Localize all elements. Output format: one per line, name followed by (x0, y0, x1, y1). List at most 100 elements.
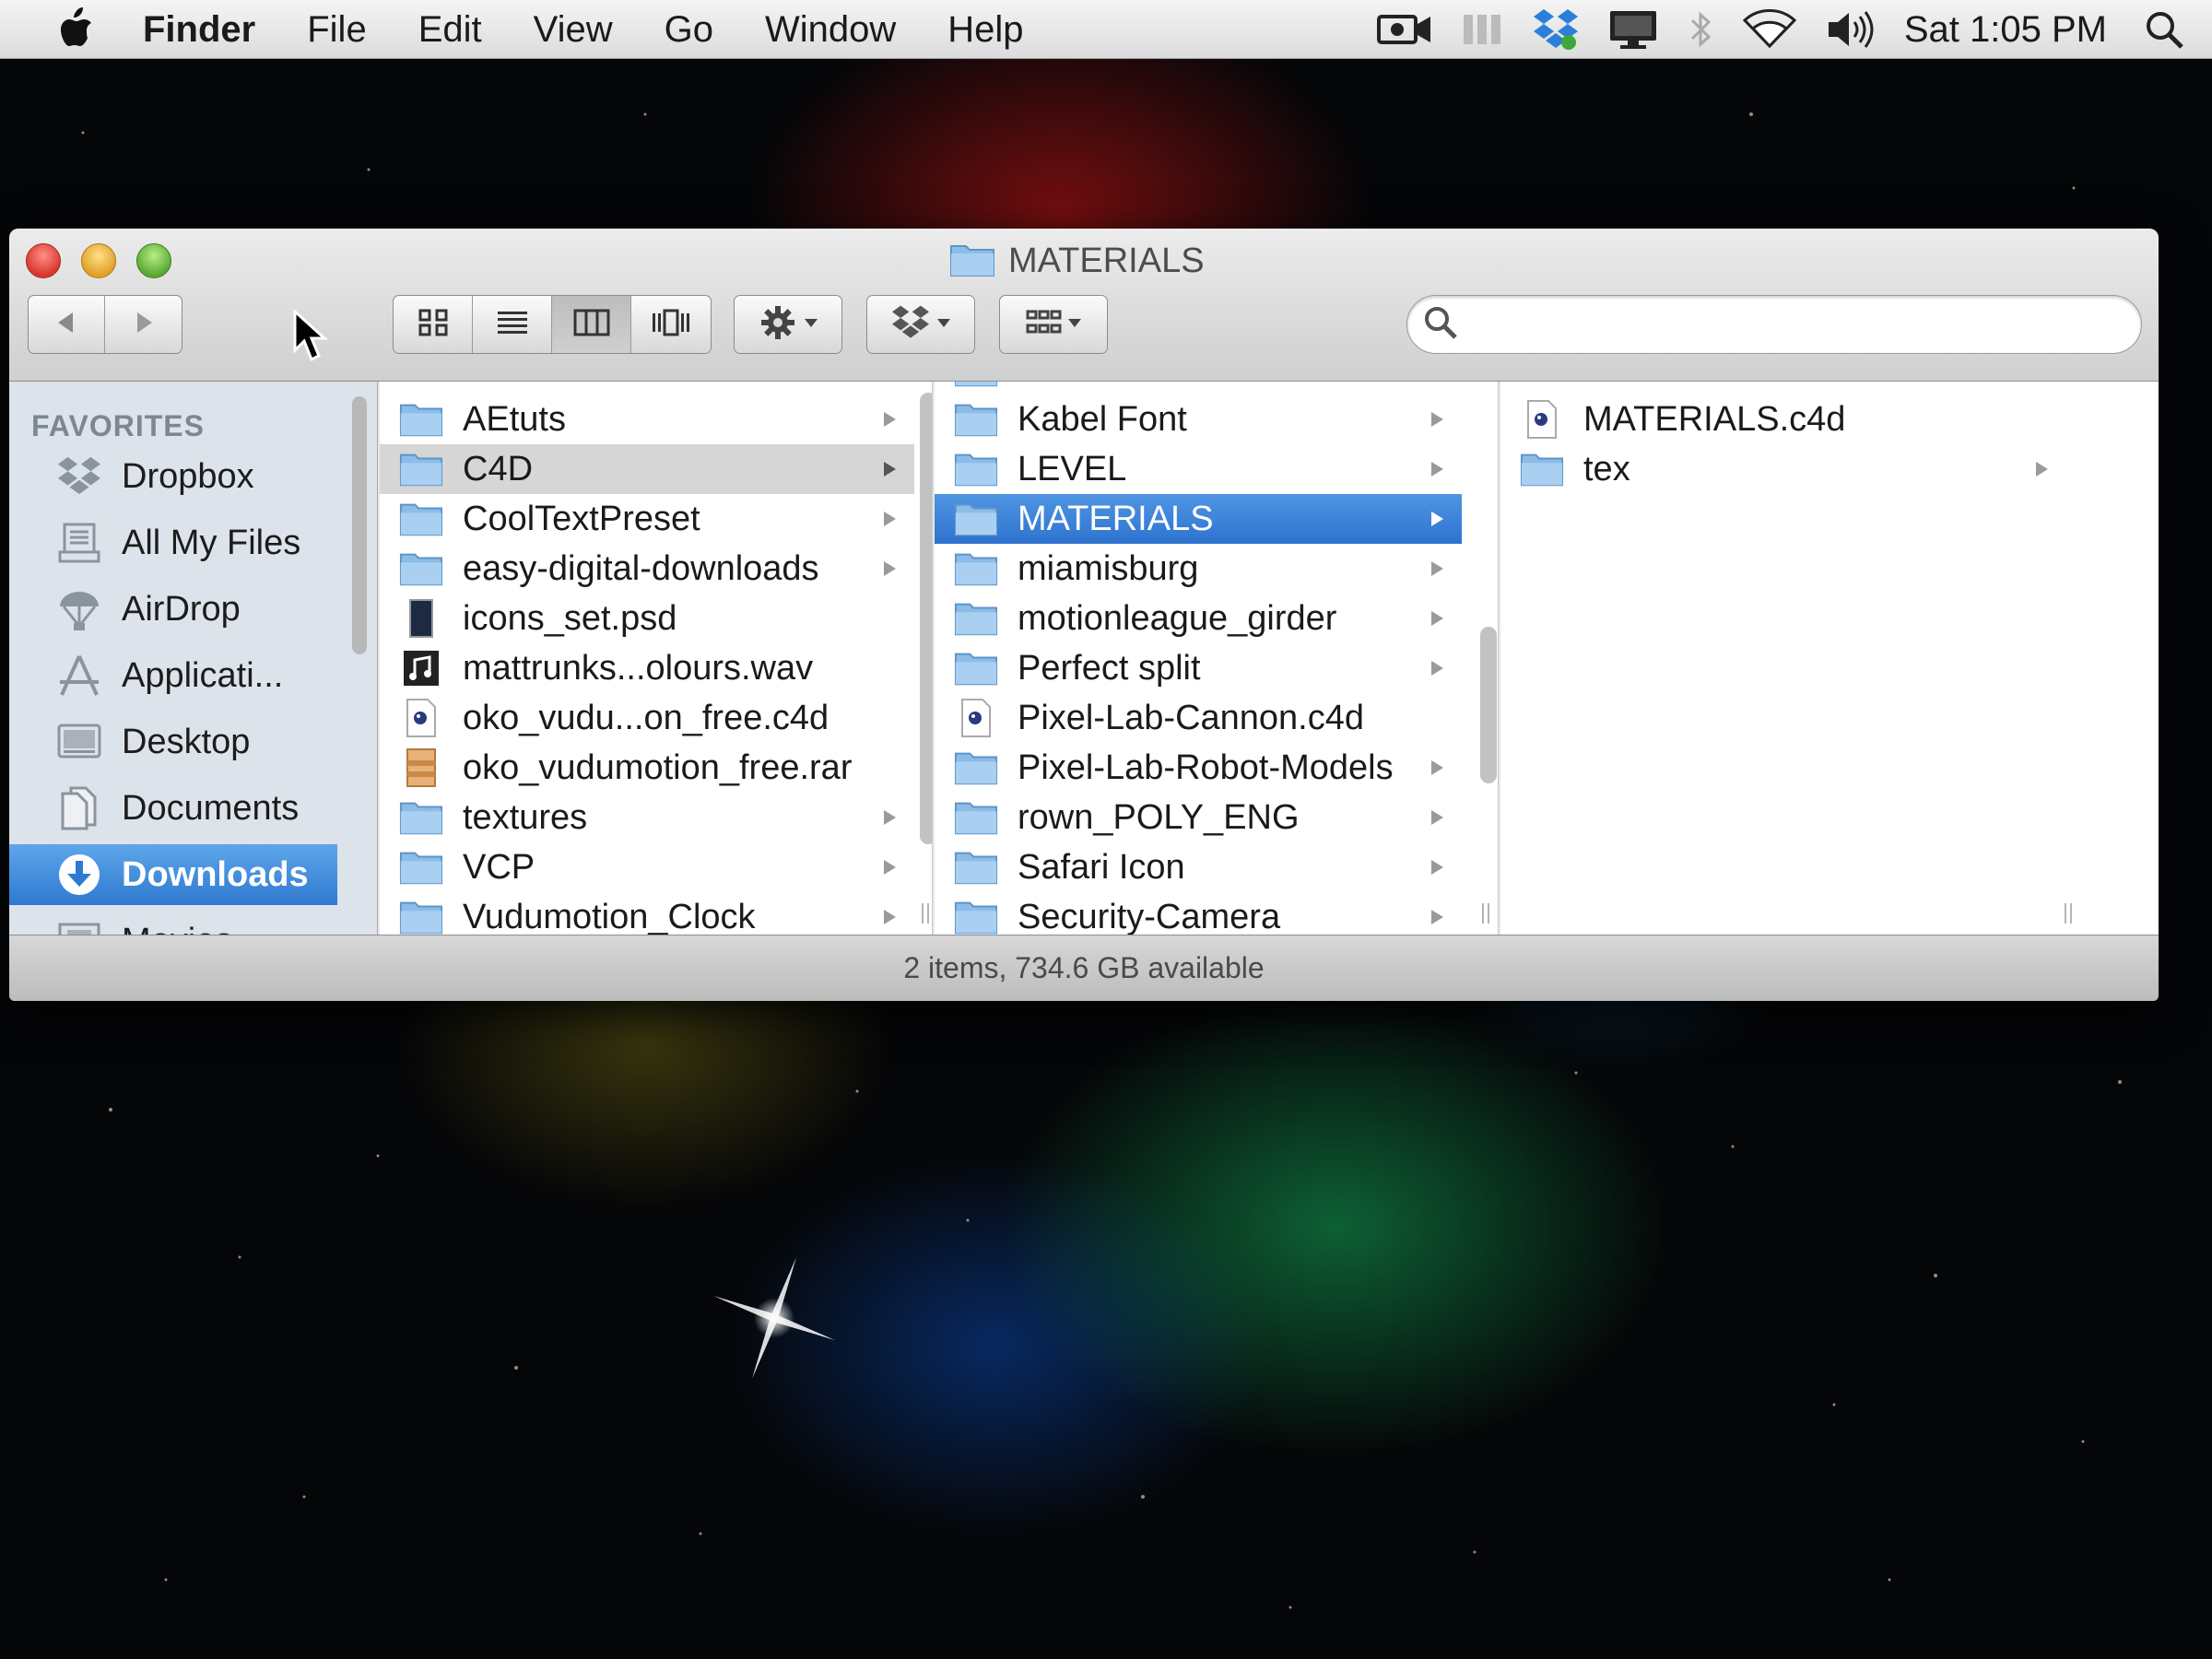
list-item-selected[interactable]: MATERIALS (935, 494, 1462, 544)
column-1-scrollbar[interactable] (920, 393, 932, 844)
file-name: Security-Camera (1018, 897, 1281, 935)
file-name: Safari Icon (1018, 847, 1185, 887)
folder-icon (953, 547, 999, 590)
sidebar-item-label: Dropbox (122, 456, 254, 496)
apple-menu-icon[interactable] (51, 6, 97, 53)
menu-window[interactable]: Window (765, 0, 896, 59)
forward-arrow-icon (130, 309, 158, 341)
folder-icon (953, 398, 999, 441)
file-name: tex (1583, 449, 1630, 488)
list-item[interactable]: oko_vudu...on_free.c4d (380, 693, 914, 743)
sidebar-item-movies[interactable]: Movies (9, 911, 337, 935)
menu-file[interactable]: File (307, 0, 366, 59)
menu-go[interactable]: Go (665, 0, 713, 59)
sidebar-item-downloads[interactable]: Downloads (9, 844, 337, 905)
zoom-button[interactable] (136, 243, 171, 278)
file-name: icons_set.psd (463, 598, 677, 638)
file-name: easy-digital-downloads (463, 548, 819, 588)
folder-icon (953, 597, 999, 640)
list-item[interactable]: mattrunks...olours.wav (380, 643, 914, 693)
list-item[interactable]: Safari Icon (935, 842, 1462, 892)
back-button[interactable] (28, 296, 105, 353)
sidebar-item-label: Documents (122, 788, 300, 828)
display-icon[interactable] (1607, 0, 1659, 59)
sidebar-item-desktop[interactable]: Desktop (9, 712, 337, 772)
list-item[interactable]: miamisburg (935, 544, 1462, 594)
battery-bars-icon[interactable] (1460, 0, 1504, 59)
arrange-grid-icon (1025, 308, 1062, 342)
list-item[interactable]: MATERIALS.c4d (1500, 394, 2066, 444)
window-toolbar: MATERIALS (9, 229, 2159, 382)
list-item[interactable]: textures (380, 793, 914, 842)
action-menu-button[interactable] (734, 295, 842, 354)
list-view-icon (496, 308, 529, 342)
list-item[interactable]: LEVEL (935, 444, 1462, 494)
file-name: oko_vudumotion_free.rar (463, 747, 853, 787)
wifi-icon[interactable] (1742, 0, 1797, 59)
file-name: Kabel Font (1018, 399, 1187, 439)
sidebar-item-applications[interactable]: Applicati... (9, 645, 337, 706)
list-item[interactable]: Jumbotron (935, 382, 1462, 394)
column-resize-handle[interactable] (2065, 903, 2077, 924)
list-item[interactable]: motionleague_girder (935, 594, 1462, 643)
dropbox-menu-button[interactable] (866, 295, 975, 354)
menu-help[interactable]: Help (947, 0, 1023, 59)
sidebar-item-all-my-files[interactable]: All My Files (9, 512, 337, 573)
search-field[interactable] (1406, 295, 2142, 354)
volume-icon[interactable] (1825, 0, 1877, 59)
list-item[interactable]: VCP (380, 842, 914, 892)
column-2-scrollbar[interactable] (1480, 627, 1497, 783)
list-item[interactable]: icons_set.psd (380, 594, 914, 643)
search-input[interactable] (1472, 306, 2117, 343)
folder-icon (953, 382, 999, 391)
list-item[interactable]: Kabel Font (935, 394, 1462, 444)
list-item[interactable]: oko_vudumotion_free.rar (380, 743, 914, 793)
menu-view[interactable]: View (534, 0, 613, 59)
disclosure-arrow-icon (1429, 842, 1445, 892)
folder-icon (1519, 448, 1565, 490)
list-item[interactable]: Pixel-Lab-Cannon.c4d (935, 693, 1462, 743)
list-item[interactable]: CoolTextPreset (380, 494, 914, 544)
column-resize-handle[interactable] (1482, 903, 1495, 924)
folder-icon (953, 896, 999, 935)
menubar-clock[interactable]: Sat 1:05 PM (1904, 9, 2107, 51)
menu-app-name[interactable]: Finder (143, 0, 255, 59)
bluetooth-icon[interactable] (1687, 0, 1714, 59)
dropbox-icon[interactable] (1532, 0, 1580, 59)
disclosure-arrow-icon (881, 544, 898, 594)
column-resize-handle[interactable] (922, 903, 932, 924)
cover-flow-icon (651, 308, 691, 342)
list-item[interactable]: Perfect split (935, 643, 1462, 693)
list-item[interactable]: C4D (380, 444, 914, 494)
arrange-menu-button[interactable] (999, 295, 1108, 354)
list-item[interactable]: Vudumotion_Clock (380, 892, 914, 935)
forward-button[interactable] (105, 296, 182, 353)
list-item[interactable]: tex (1500, 444, 2066, 494)
spotlight-search-icon[interactable] (2144, 0, 2184, 59)
sidebar-item-documents[interactable]: Documents (9, 778, 337, 839)
file-name: Vudumotion_Clock (463, 897, 756, 935)
menu-edit[interactable]: Edit (418, 0, 482, 59)
sidebar-item-airdrop[interactable]: AirDrop (9, 579, 337, 640)
chevron-down-icon (936, 316, 951, 333)
list-item[interactable]: AEtuts (380, 394, 914, 444)
list-item[interactable]: Security-Camera (935, 892, 1462, 935)
list-item[interactable]: Pixel-Lab-Robot-Models (935, 743, 1462, 793)
status-bar: 2 items, 734.6 GB available (9, 935, 2159, 1001)
minimize-button[interactable] (81, 243, 116, 278)
window-title-text: MATERIALS (1008, 241, 1205, 280)
back-forward-group (28, 295, 182, 354)
sidebar-scrollbar[interactable] (352, 396, 367, 654)
facetime-camera-icon[interactable] (1376, 0, 1432, 59)
list-item[interactable]: easy-digital-downloads (380, 544, 914, 594)
folder-icon (953, 846, 999, 888)
close-button[interactable] (26, 243, 61, 278)
cover-flow-view-button[interactable] (631, 296, 711, 353)
list-item[interactable]: rown_POLY_ENG (935, 793, 1462, 842)
folder-icon (398, 398, 444, 441)
sidebar-item-dropbox[interactable]: Dropbox (9, 446, 337, 507)
list-view-button[interactable] (473, 296, 552, 353)
disclosure-arrow-icon (881, 394, 898, 444)
icon-view-button[interactable] (394, 296, 473, 353)
column-view-button[interactable] (552, 296, 631, 353)
